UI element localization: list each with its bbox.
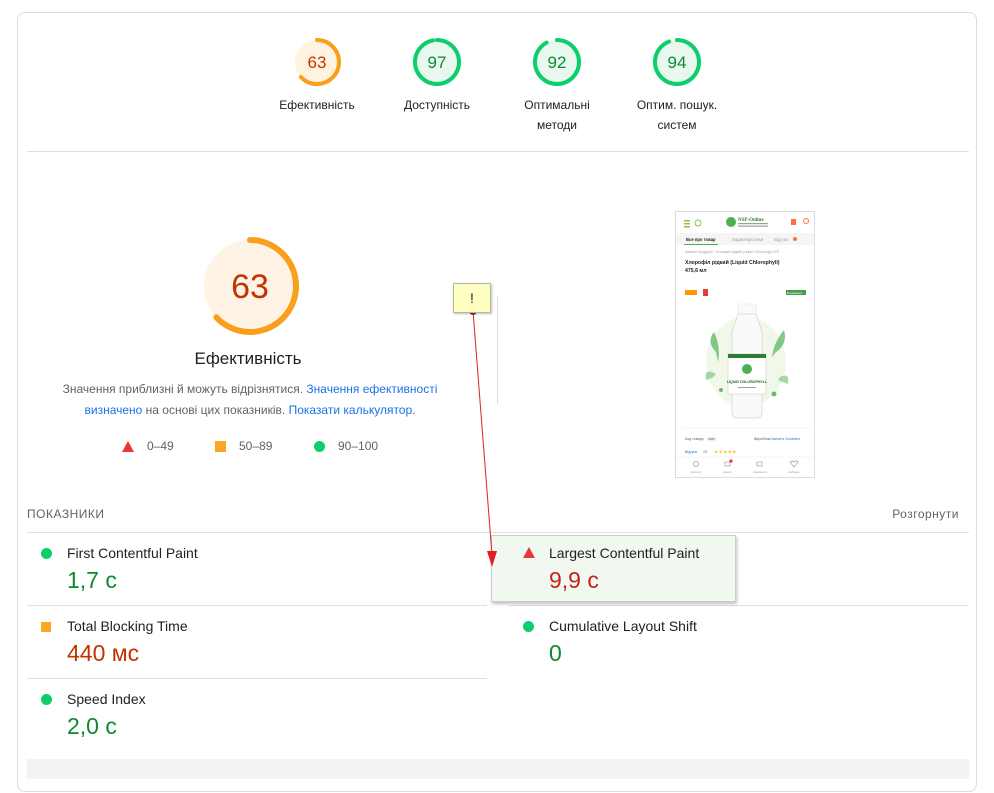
preview-site-name: NSP-Online [738,218,764,223]
preview-reviews-label: Відгуки [685,450,697,454]
metrics-row-divider [27,605,487,606]
legend-orange-label: 50–89 [239,439,273,453]
preview-code-value: 1580 [708,437,715,441]
best-practices-score: 92 [548,53,567,72]
circle-icon [314,440,325,452]
metric-name: Cumulative Layout Shift [549,618,697,634]
legend-orange: 50–89 [215,439,272,453]
annotation-note[interactable]: ! [453,283,491,313]
metrics-row-divider [27,678,487,679]
best-practices-label: Оптимальні методи [524,98,590,132]
page-screenshot-preview[interactable]: NSP-Online Все про товар Характеристики … [675,211,815,478]
legend-red-label: 0–49 [147,439,174,453]
metric-value: 0 [549,640,562,666]
legend-green-label: 90–100 [338,439,379,453]
performance-gauge: 63 [293,38,341,86]
average-icon [41,622,51,632]
preview-product-volume: 475,6 мл [685,268,707,274]
footer-bar [27,759,969,779]
preview-tab-specs: Характеристики [732,237,764,242]
preview-reviews-count: 13 [703,450,707,454]
phone-screenshot: NSP-Online Все про товар Характеристики … [676,212,814,477]
metric-value: 1,7 с [67,567,117,593]
pass-icon [41,694,52,705]
desc-text-2: на основі цих показників. [142,403,289,417]
metric-value: 440 мс [67,640,140,666]
square-icon [215,440,226,452]
triangle-icon [122,440,134,452]
preview-stock-badge: В наявності [787,291,803,295]
metric-name: Largest Contentful Paint [549,545,700,561]
score-description: Значення приблизні й можуть відрізнятися… [46,379,454,421]
performance-label: Ефективність [279,98,355,112]
vertical-divider [497,296,498,404]
best-practices-gauge: 92 [533,38,581,86]
metric-value: 2,0 с [67,713,117,739]
preview-nav-cart: кошик [723,470,732,474]
calculator-link[interactable]: Показати калькулятор [289,403,413,417]
section-divider [27,151,969,152]
pass-icon [523,621,534,632]
seo-gauge: 94 [653,38,701,86]
preview-code-label: Код товару: [685,437,704,441]
accessibility-score: 97 [428,53,447,72]
category-seo[interactable]: 94 Оптим. пошук. систем [617,37,737,135]
preview-nav-compare: порівняти [753,470,767,474]
pass-icon [41,548,52,559]
preview-stars: ★★★★★ [714,450,737,456]
metrics-divider [27,532,969,533]
preview-nav-catalog: каталог [691,470,702,474]
desc-text-1: Значення приблизні й можуть відрізнятися… [62,382,307,396]
category-best-practices[interactable]: 92 Оптимальні методи [497,37,617,135]
metric-name: Speed Index [67,691,146,707]
category-gauges: 63 Ефективність 97 Доступність 92 Оптима… [18,13,976,153]
metric-value: 9,9 с [549,567,599,593]
accessibility-gauge: 97 [413,38,461,86]
seo-label: Оптим. пошук. систем [636,98,718,132]
category-accessibility[interactable]: 97 Доступність [377,37,497,115]
metrics-heading: ПОКАЗНИКИ [27,507,105,521]
accessibility-label: Доступність [403,98,471,112]
legend-red: 0–49 [122,439,174,453]
preview-nav-favorites: вибране [788,470,800,474]
main-title: Ефективність [194,349,302,368]
preview-product-title: Хлорофіл рідкий (Liquid Chlorophyll) [685,259,780,266]
desc-text-3: . [412,403,416,417]
preview-bottle-label: LIQUID CHLOROPHYLL [727,380,768,384]
metric-name: First Contentful Paint [67,545,198,561]
preview-breadcrumb: Каталог продукції › Хлорофіл рідкий (Liq… [685,250,779,254]
legend-green: 90–100 [314,439,378,453]
score-legend: 0–49 50–89 90–100 [118,439,398,455]
performance-score: 63 [308,53,327,72]
metric-name: Total Blocking Time [67,618,188,634]
preview-tab-reviews: Відгуки [774,237,789,242]
seo-score: 94 [668,53,687,72]
report-card: 63 Ефективність 97 Доступність 92 Оптима… [17,12,977,792]
fail-icon [523,547,535,558]
main-performance-gauge: 63 [201,237,299,335]
preview-maker-label: Виробник: [754,437,771,441]
preview-maker-value: Nature's Sunshine [771,437,800,441]
category-performance[interactable]: 63 Ефективність [257,37,377,115]
preview-tab-all: Все про товар [686,237,716,242]
expand-toggle[interactable]: Розгорнути [892,507,959,521]
main-score: 63 [231,268,269,306]
metrics-row-divider [509,605,969,606]
